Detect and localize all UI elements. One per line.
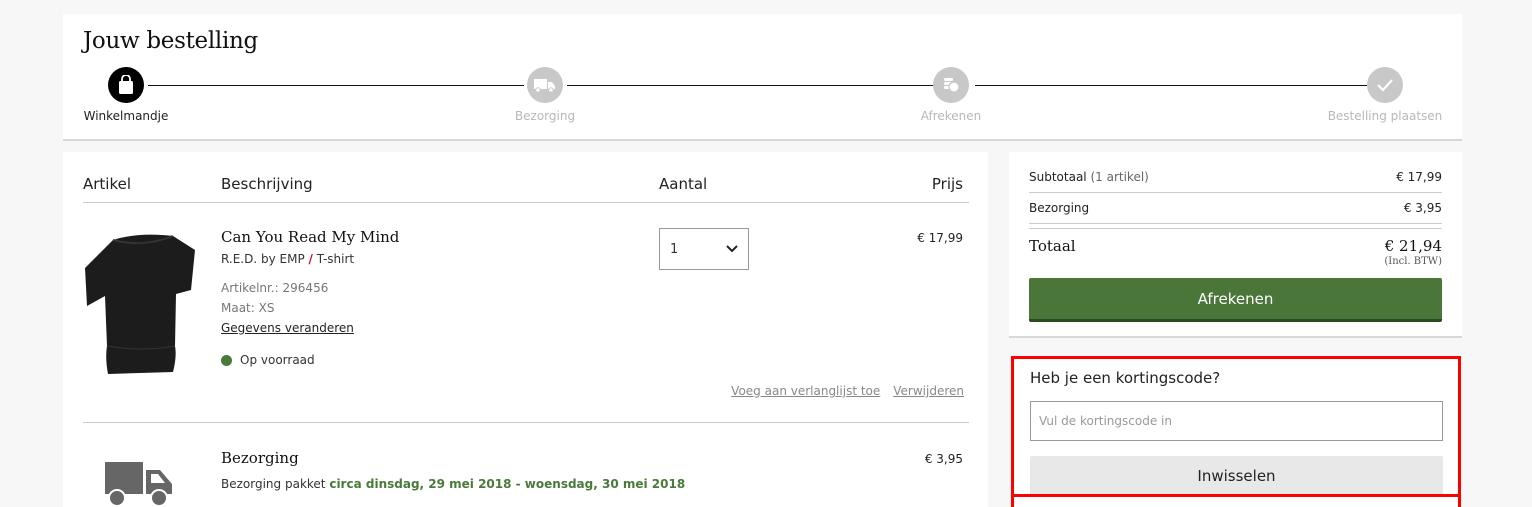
- subtotal-label-group: Subtotaal (1 artikel): [1029, 170, 1149, 184]
- shipping-summary-label: Bezorging: [1029, 201, 1090, 215]
- divider: [83, 422, 969, 423]
- column-header-article: Artikel: [83, 175, 132, 193]
- cart-table: Artikel Beschrijving Aantal Prijs Can Yo…: [63, 152, 988, 507]
- coupon-section: Heb je een kortingscode? Inwisselen: [1011, 356, 1461, 507]
- product-name[interactable]: Can You Read My Mind: [221, 228, 399, 246]
- stock-status: Op voorraad: [221, 353, 315, 367]
- step-connector: [975, 85, 1367, 86]
- coupon-title: Heb je een kortingscode?: [1030, 369, 1221, 387]
- divider: [1029, 223, 1442, 224]
- step-winkelmandje[interactable]: Winkelmandje: [56, 67, 196, 123]
- step-afrekenen: Afrekenen: [881, 67, 1021, 123]
- add-to-wishlist-link[interactable]: Voeg aan verlanglijst toe: [731, 384, 880, 398]
- quantity-select[interactable]: 1: [659, 228, 749, 270]
- subtotal-count: (1 artikel): [1090, 170, 1149, 184]
- highlight-border: [1011, 494, 1461, 497]
- step-connector: [567, 85, 935, 86]
- checkout-header: Jouw bestelling Winkelmandje Bezorging A…: [63, 14, 1462, 141]
- step-bestelling-plaatsen: Bestelling plaatsen: [1315, 67, 1455, 123]
- truck-icon: [103, 460, 175, 507]
- step-label: Winkelmandje: [83, 109, 169, 123]
- column-header-price: Prijs: [931, 175, 963, 193]
- product-image[interactable]: [83, 228, 198, 378]
- step-connector: [148, 85, 524, 86]
- product-brand-type: R.E.D. by EMP / T-shirt: [221, 252, 354, 266]
- divider: [1029, 228, 1442, 229]
- chevron-down-icon: [726, 242, 738, 257]
- subtotal-row: Subtotaal (1 artikel) € 17,99: [1029, 170, 1442, 184]
- vat-note: (Incl. BTW): [1384, 256, 1442, 267]
- edit-details-link[interactable]: Gegevens veranderen: [221, 321, 354, 335]
- quantity-value: 1: [670, 241, 679, 257]
- divider: [1029, 192, 1442, 193]
- checkmark-icon: [1367, 67, 1403, 103]
- checkout-button[interactable]: Afrekenen: [1029, 278, 1442, 322]
- column-header-quantity: Aantal: [659, 175, 708, 193]
- product-size: Maat: XS: [221, 301, 275, 315]
- total-value: € 21,94: [1384, 237, 1442, 255]
- total-label: Totaal: [1029, 237, 1076, 255]
- shipping-summary-value: € 3,95: [1403, 201, 1442, 215]
- article-number: Artikelnr.: 296456: [221, 281, 329, 295]
- redeem-button[interactable]: Inwisselen: [1030, 456, 1443, 496]
- product-brand: R.E.D. by EMP: [221, 252, 305, 266]
- coupon-code-input[interactable]: [1030, 401, 1443, 441]
- subtotal-value: € 17,99: [1396, 170, 1442, 184]
- step-label: Afrekenen: [920, 109, 982, 123]
- in-stock-dot-icon: [221, 354, 232, 366]
- shipping-description: Bezorging pakket circa dinsdag, 29 mei 2…: [221, 477, 685, 491]
- brand-separator: /: [308, 252, 313, 266]
- shopping-bag-icon: [108, 67, 144, 103]
- page-title: Jouw bestelling: [83, 28, 258, 54]
- shipping-price: € 3,95: [924, 452, 963, 466]
- product-type: T-shirt: [316, 252, 355, 266]
- item-price: € 17,99: [917, 231, 963, 245]
- step-bezorging: Bezorging: [475, 67, 615, 123]
- subtotal-label: Subtotaal: [1029, 170, 1087, 184]
- row-actions: Voeg aan verlanglijst toe Verwijderen: [731, 384, 964, 398]
- stock-label: Op voorraad: [240, 353, 315, 367]
- step-label: Bestelling plaatsen: [1327, 109, 1443, 123]
- column-header-description: Beschrijving: [221, 175, 313, 193]
- truck-icon: [527, 67, 563, 103]
- order-summary: Subtotaal (1 artikel) € 17,99 Bezorging …: [1009, 152, 1462, 338]
- coins-icon: [933, 67, 969, 103]
- shipping-title: Bezorging: [221, 449, 299, 467]
- step-label: Bezorging: [514, 109, 576, 123]
- delivery-dates: circa dinsdag, 29 mei 2018 - woensdag, 3…: [329, 477, 686, 491]
- shipping-summary-row: Bezorging € 3,95: [1029, 201, 1442, 215]
- remove-item-link[interactable]: Verwijderen: [893, 384, 964, 398]
- divider: [83, 202, 969, 203]
- shipping-prefix: Bezorging pakket: [221, 477, 326, 491]
